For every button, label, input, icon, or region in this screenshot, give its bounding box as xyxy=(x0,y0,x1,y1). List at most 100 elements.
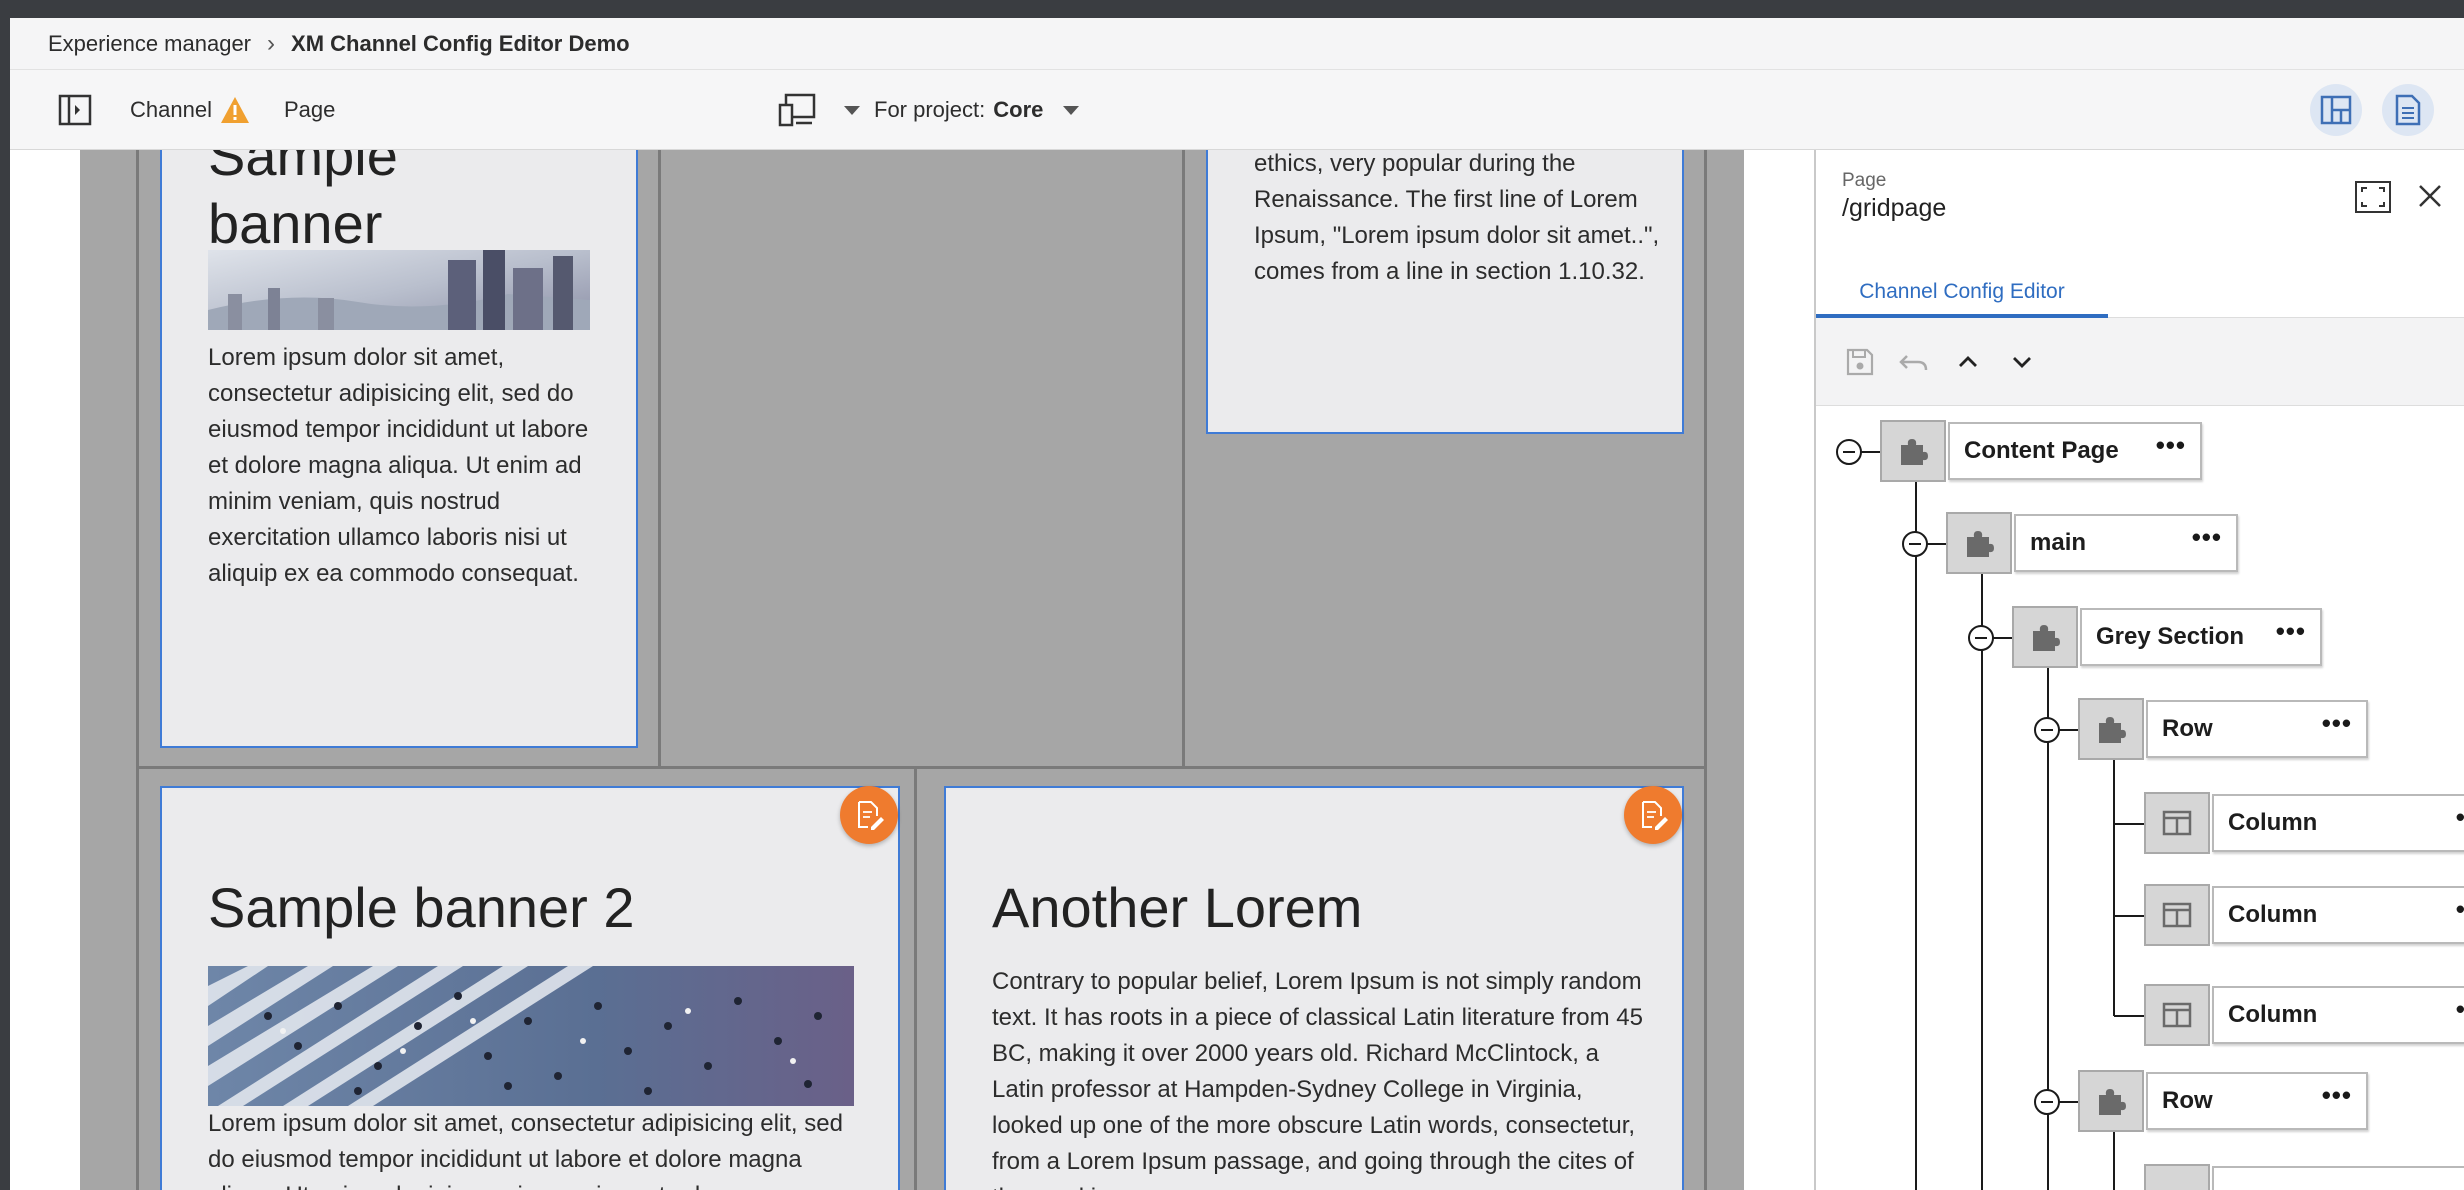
close-panel-button[interactable] xyxy=(2416,182,2444,215)
banner-text: Lorem ipsum dolor sit amet, consectetur … xyxy=(208,1110,843,1190)
document-icon xyxy=(2395,94,2421,126)
tree-node-column[interactable]: Column ••• xyxy=(2144,984,2464,1046)
edit-content-button[interactable] xyxy=(840,786,898,844)
more-options-icon[interactable]: ••• xyxy=(2276,618,2306,644)
content-text: ethics, very popular during the Renaissa… xyxy=(1254,150,1660,285)
more-options-icon[interactable]: ••• xyxy=(2192,524,2222,550)
edit-document-icon xyxy=(1642,801,1668,830)
tree-node-main[interactable]: main ••• xyxy=(1946,512,2238,574)
more-options-icon[interactable]: ••• xyxy=(2322,710,2352,736)
collapse-node-button[interactable] xyxy=(1836,439,1862,465)
page-path: /gridpage xyxy=(1842,194,1947,222)
tree-connector xyxy=(2113,1132,2115,1190)
node-label: Content Page xyxy=(1964,437,2119,464)
page-tab[interactable]: Page xyxy=(284,70,335,150)
tree-node-row[interactable]: Row ••• xyxy=(2078,698,2368,760)
puzzle-icon xyxy=(2078,698,2144,760)
tree-node-column[interactable]: Column ••• xyxy=(2144,792,2464,854)
project-selector[interactable]: For project: Core xyxy=(844,70,1080,150)
tree-connector xyxy=(2114,915,2146,917)
panel-tabs: Channel Config Editor xyxy=(1816,270,2464,318)
save-button[interactable] xyxy=(1842,344,1878,380)
project-prefix: For project: xyxy=(874,97,986,122)
channel-label: Channel xyxy=(130,97,212,122)
puzzle-icon xyxy=(1946,512,2012,574)
undo-icon xyxy=(1899,355,1928,371)
component-overlay-toggle[interactable] xyxy=(2310,84,2362,136)
grid-divider xyxy=(136,766,1706,769)
collapse-node-button[interactable] xyxy=(1968,625,1994,651)
tree-connector xyxy=(1981,574,1983,1190)
fullscreen-icon xyxy=(2355,181,2391,213)
column-layout-icon xyxy=(2144,792,2210,854)
page-label: Page xyxy=(284,97,336,122)
channel-preview: Sample banner Lorem ipsum dolor sit amet… xyxy=(10,150,1814,1190)
breadcrumb-current: XM Channel Config Editor Demo xyxy=(291,30,630,56)
tree-node-row[interactable]: Row ••• xyxy=(2078,1070,2368,1132)
tree-connector xyxy=(1915,482,1917,1190)
component-tree: Content Page ••• main ••• Grey Section ••• … xyxy=(1816,406,2464,1190)
grid-divider xyxy=(1182,150,1185,768)
editor-toolbar xyxy=(1816,318,2464,406)
node-label: main xyxy=(2030,529,2087,556)
content-overlay-toggle[interactable] xyxy=(2382,84,2434,136)
page-panel: Page /gridpage Channel Config Editor Con… xyxy=(1814,150,2464,1190)
save-icon xyxy=(1846,348,1874,376)
content-component[interactable]: Another Lorem Contrary to popular belief… xyxy=(944,786,1684,1190)
node-label: Grey Section xyxy=(2096,623,2245,650)
more-options-icon[interactable]: ••• xyxy=(2456,896,2464,922)
crowd-crossing-image xyxy=(208,966,854,1106)
breadcrumb-separator-icon: › xyxy=(267,29,276,57)
collapse-node-button[interactable] xyxy=(2034,1089,2060,1115)
edit-document-icon xyxy=(858,801,884,830)
edit-content-button[interactable] xyxy=(1624,786,1682,844)
move-down-button[interactable] xyxy=(2004,344,2040,380)
banner-title: Sample banner 2 xyxy=(208,876,635,939)
content-title: Another Lorem xyxy=(992,876,1363,939)
grid-divider xyxy=(914,768,917,1190)
tree-node-grey-section[interactable]: Grey Section ••• xyxy=(2012,606,2322,668)
column-layout-icon xyxy=(2144,884,2210,946)
banner-component[interactable]: Sample banner 2 Lorem ipsum dolor sit am… xyxy=(160,786,900,1190)
breadcrumb-root[interactable]: Experience manager xyxy=(48,31,251,57)
grid-divider xyxy=(1704,150,1707,1190)
chevron-up-icon xyxy=(1959,356,1977,367)
toggle-sidenav-button[interactable] xyxy=(58,70,92,150)
banner-component[interactable]: Sample banner Lorem ipsum dolor sit amet… xyxy=(160,150,638,748)
tree-node-partial[interactable] xyxy=(2144,1164,2464,1190)
chevron-down-icon xyxy=(844,105,860,115)
node-label: Row xyxy=(2162,1087,2213,1114)
move-up-button[interactable] xyxy=(1950,344,1986,380)
grid-divider xyxy=(136,150,139,1190)
collapse-node-button[interactable] xyxy=(1902,531,1928,557)
more-options-icon[interactable]: ••• xyxy=(2456,804,2464,830)
node-label: Column xyxy=(2228,1001,2318,1028)
tree-node-column[interactable]: Column ••• xyxy=(2144,884,2464,946)
app-window: Experience manager › XM Channel Config E… xyxy=(10,18,2464,1190)
maximize-button[interactable] xyxy=(2354,180,2392,219)
devices-icon xyxy=(778,93,816,127)
puzzle-icon xyxy=(2012,606,2078,668)
banner-title: Sample banner xyxy=(208,150,398,255)
tree-connector xyxy=(2114,823,2146,825)
puzzle-icon xyxy=(1880,420,1946,482)
breadcrumb: Experience manager › XM Channel Config E… xyxy=(10,18,2464,70)
layout-overlay-icon xyxy=(2320,95,2352,125)
tab-channel-config-editor[interactable]: Channel Config Editor xyxy=(1816,270,2108,318)
grid-page: Sample banner Lorem ipsum dolor sit amet… xyxy=(80,150,1744,1190)
more-options-icon[interactable]: ••• xyxy=(2322,1082,2352,1108)
node-label: Column xyxy=(2228,809,2318,836)
warning-icon xyxy=(220,97,249,123)
tree-connector xyxy=(2113,760,2115,1016)
sidebar-toggle-icon xyxy=(58,94,92,126)
tree-node-content-page[interactable]: Content Page ••• xyxy=(1880,420,2202,482)
content-component[interactable]: ethics, very popular during the Renaissa… xyxy=(1206,150,1684,434)
project-value: Core xyxy=(993,97,1044,122)
device-selector-button[interactable] xyxy=(778,70,818,150)
more-options-icon[interactable]: ••• xyxy=(2456,996,2464,1022)
tree-connector xyxy=(2114,1015,2146,1017)
collapse-node-button[interactable] xyxy=(2034,717,2060,743)
channel-tab[interactable]: Channel xyxy=(130,70,250,150)
more-options-icon[interactable]: ••• xyxy=(2156,432,2186,458)
undo-button[interactable] xyxy=(1896,344,1932,380)
